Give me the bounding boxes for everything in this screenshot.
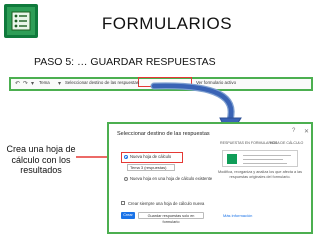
help-icon[interactable]: ?: [292, 128, 295, 134]
create-button[interactable]: Crear: [121, 212, 135, 219]
page-title: FORMULARIOS: [101, 14, 233, 33]
always-new-label[interactable]: Crear siempre una hoja de cálculo nueva: [128, 201, 204, 206]
theme-button[interactable]: Tema: [39, 80, 50, 85]
info-panel: RESPUESTAS EN FORMULARIOS HOJA DE CÁLCUL…: [218, 141, 304, 187]
new-sheet-radio[interactable]: [124, 155, 128, 159]
theme-dropdown-icon[interactable]: ▾: [58, 81, 61, 87]
always-new-checkbox[interactable]: [121, 201, 125, 205]
response-destination-dialog: Seleccionar destino de las respuestas ? …: [107, 122, 313, 234]
undo-icon[interactable]: ↶: [15, 81, 20, 87]
spreadsheet-preview: [222, 150, 298, 167]
existing-sheet-label[interactable]: Nueva hoja en una hoja de cálculo existe…: [130, 176, 212, 181]
redo-icon[interactable]: ↷: [23, 81, 28, 87]
destination-button[interactable]: Seleccionar destino de las respuestas: [65, 80, 139, 85]
step-heading: PASO 5: … GUARDAR RESPUESTAS: [34, 56, 216, 68]
new-sheet-label[interactable]: Nueva hoja de cálculo: [130, 154, 171, 159]
info-description: Modifica, reorganiza y analiza los que a…: [218, 170, 303, 179]
caption-text: Crea una hoja de cálculo con los resulta…: [6, 144, 76, 175]
save-in-form-button[interactable]: Guardar respuestas solo en formulario: [138, 212, 204, 224]
close-icon[interactable]: ✕: [304, 128, 309, 135]
tab-form-responses[interactable]: RESPUESTAS EN FORMULARIOS: [220, 141, 277, 145]
tab-spreadsheet[interactable]: HOJA DE CÁLCULO: [270, 141, 303, 145]
sheets-icon: [227, 154, 237, 164]
existing-sheet-radio[interactable]: [124, 177, 128, 181]
add-item-icon[interactable]: ▾: [31, 81, 34, 87]
sheet-name-input[interactable]: Tema 3 (respuestas): [127, 164, 175, 171]
more-info-link[interactable]: Más información: [223, 213, 252, 218]
dialog-title: Seleccionar destino de las respuestas: [117, 131, 210, 137]
